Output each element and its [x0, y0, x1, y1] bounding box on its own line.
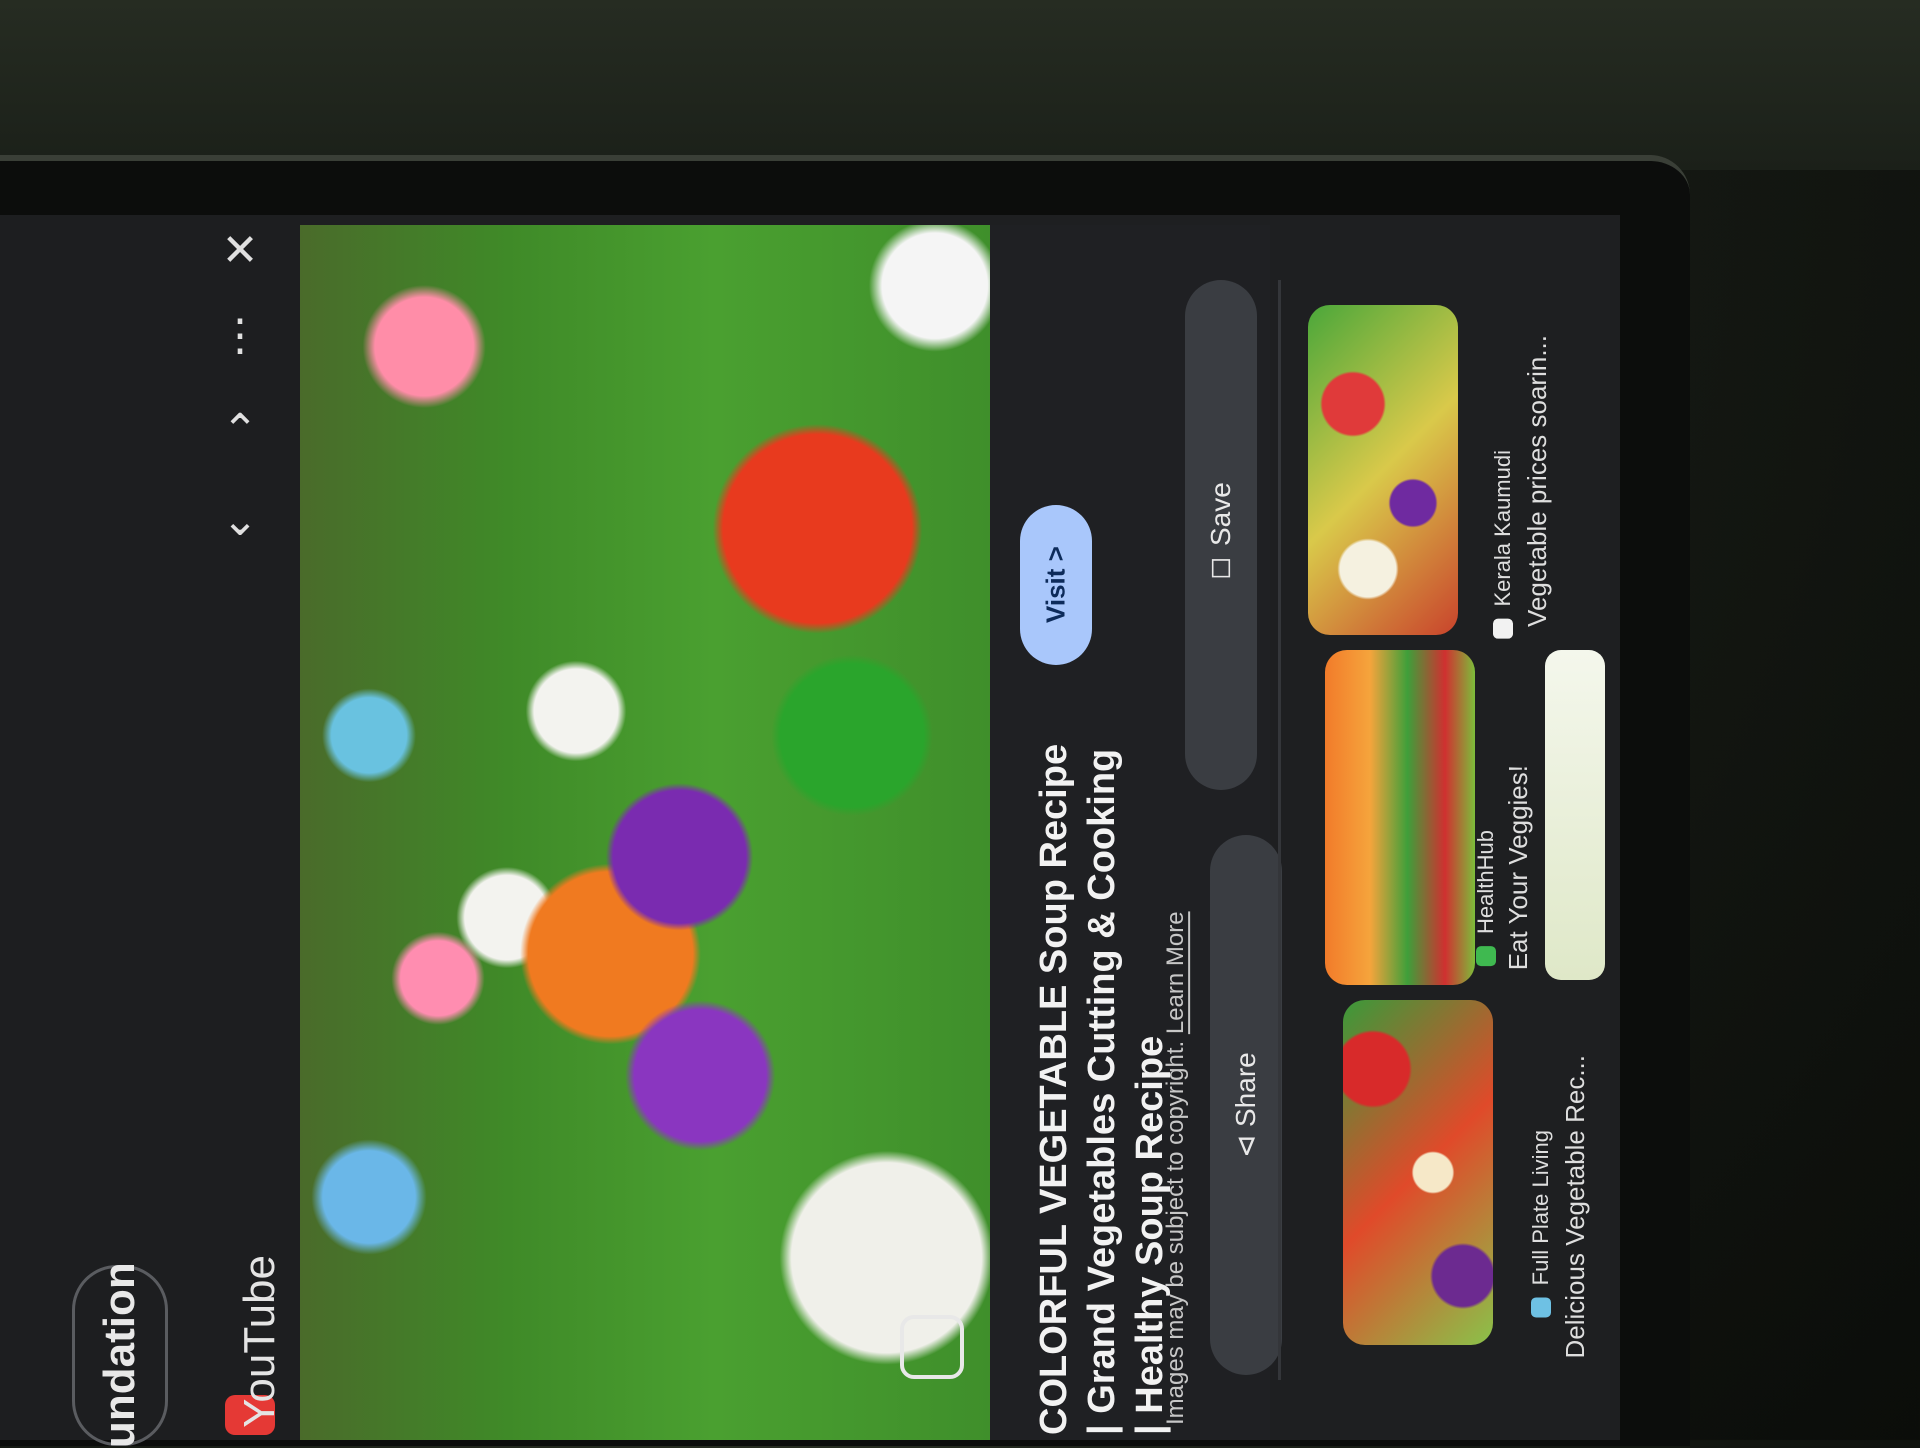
related-thumbnail[interactable] [1308, 305, 1458, 635]
save-label: Save [1205, 482, 1236, 547]
lens-icon[interactable] [900, 1315, 964, 1379]
source-icon [1476, 946, 1496, 967]
copyright-notice: Images may be subject to copyright. Lear… [1162, 865, 1190, 1425]
related-title[interactable]: Vegetable prices soarin... [1522, 335, 1553, 627]
background-surface [0, 0, 1920, 170]
related-thumbnail[interactable] [1545, 650, 1605, 980]
more-icon[interactable]: ⋮ [215, 310, 265, 360]
related-title[interactable]: Eat Your Veggies! [1503, 765, 1534, 970]
related-thumbnail[interactable] [1325, 650, 1475, 985]
section-divider [1278, 280, 1281, 1380]
related-source: Full Plate Living [1528, 1130, 1554, 1318]
source-icon [1531, 1297, 1551, 1318]
related-source: Kerala Kaumudi [1490, 450, 1516, 639]
previous-icon[interactable]: ⌄ [215, 495, 265, 545]
app-bar: undation YouTube ⌄ ⌃ ⋮ ✕ [0, 215, 300, 1448]
share-button[interactable]: ⊲ Share [1210, 835, 1282, 1375]
share-icon: ⊲ [1230, 1134, 1262, 1159]
filter-chip[interactable]: undation [72, 1263, 168, 1448]
preview-image[interactable] [300, 225, 990, 1440]
visit-button[interactable]: Visit > [1020, 505, 1092, 665]
related-source: HealthHub [1473, 830, 1499, 967]
source-name: YouTube [235, 1255, 284, 1428]
next-icon[interactable]: ⌃ [215, 405, 265, 455]
share-label: Share [1230, 1051, 1261, 1127]
related-title[interactable]: Delicious Vegetable Rec... [1560, 1055, 1591, 1359]
result-title[interactable]: COLORFUL VEGETABLE Soup Recipe | Grand V… [1030, 735, 1174, 1435]
related-thumbnail[interactable] [1343, 1000, 1493, 1345]
close-icon[interactable]: ✕ [215, 225, 265, 275]
copyright-text: Images may be subject to copyright. [1162, 1040, 1189, 1425]
bookmark-icon: ◻ [1205, 554, 1237, 588]
source-icon [1493, 618, 1513, 639]
learn-more-link[interactable]: Learn More [1162, 911, 1189, 1034]
save-button[interactable]: ◻ Save [1185, 280, 1257, 790]
